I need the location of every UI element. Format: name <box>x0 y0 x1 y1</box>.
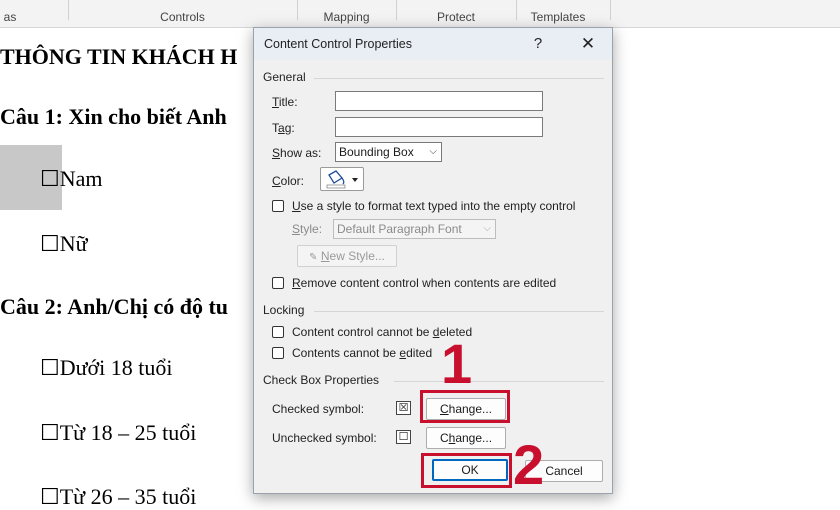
new-style-button[interactable]: ✎ New Style... <box>297 245 397 267</box>
ribbon-group-templates[interactable]: Templates <box>518 0 598 27</box>
doc-option-under-18[interactable]: ☐Dưới 18 tuổi <box>40 355 173 381</box>
style-dropdown[interactable]: Default Paragraph Font ⌵ <box>333 219 496 239</box>
ribbon-separator <box>68 0 69 20</box>
doc-option-nam[interactable]: ☐Nam <box>40 166 103 192</box>
doc-question-1: Câu 1: Xin cho biết Anh <box>0 104 227 129</box>
remove-content-control-checkbox[interactable] <box>272 277 284 289</box>
dialog-titlebar[interactable]: Content Control Properties ? ✕ <box>254 28 612 60</box>
color-label: Color: <box>272 174 305 188</box>
show-as-label: Show as: <box>272 146 322 160</box>
use-style-checkbox[interactable] <box>272 200 284 212</box>
checked-symbol-preview: ☒ <box>396 401 411 415</box>
chevron-down-icon: ⌵ <box>483 223 491 234</box>
ribbon-group-controls[interactable]: Controls <box>70 0 295 27</box>
cannot-edit-checkbox[interactable] <box>272 347 284 359</box>
cannot-edit-label: Contents cannot be edited <box>292 346 433 360</box>
doc-heading: THÔNG TIN KHÁCH H <box>0 44 238 69</box>
section-general: General <box>263 70 306 84</box>
close-icon[interactable]: ✕ <box>576 33 600 55</box>
style-label: Style: <box>292 222 323 236</box>
use-style-label: Use a style to format text typed into th… <box>292 199 576 213</box>
unchecked-symbol-preview: ☐ <box>396 430 411 444</box>
unchecked-symbol-label: Unchecked symbol: <box>272 431 377 445</box>
checked-symbol-label: Checked symbol: <box>272 402 365 416</box>
section-divider <box>314 78 604 79</box>
title-input[interactable] <box>335 91 543 111</box>
title-label: Title: <box>272 95 298 109</box>
remove-content-control-label: Remove content control when contents are… <box>292 276 557 290</box>
ribbon-group-partial: as <box>3 10 17 24</box>
content-control-properties-dialog: Content Control Properties ? ✕ General T… <box>253 27 613 494</box>
cannot-delete-checkbox[interactable] <box>272 326 284 338</box>
ribbon-separator <box>396 0 397 20</box>
new-style-icon: ✎ <box>309 252 318 263</box>
section-divider <box>314 311 604 312</box>
dialog-title: Content Control Properties <box>264 37 412 51</box>
doc-question-2: Câu 2: Anh/Chị có độ tu <box>0 294 229 319</box>
chevron-down-icon: ⌵ <box>429 146 437 157</box>
ribbon-group-protect[interactable]: Protect <box>398 0 514 27</box>
doc-option-18-25[interactable]: ☐Từ 18 – 25 tuổi <box>40 420 196 446</box>
style-value: Default Paragraph Font <box>337 222 462 236</box>
ribbon-separator <box>297 0 298 20</box>
ribbon: as Controls Mapping Protect Templates <box>0 0 840 28</box>
show-as-value: Bounding Box <box>339 145 414 159</box>
annotation-step-1: 1 <box>441 332 473 395</box>
section-locking: Locking <box>263 303 305 317</box>
tag-label: Tag: <box>272 121 295 135</box>
help-button[interactable]: ? <box>526 33 550 55</box>
ribbon-separator <box>516 0 517 20</box>
annotation-step-2: 2 <box>513 433 545 496</box>
ribbon-group-mapping[interactable]: Mapping <box>299 0 394 27</box>
tag-input[interactable] <box>335 117 543 137</box>
new-style-label: New Style... <box>320 249 385 263</box>
annotation-highlight-ok <box>421 453 512 488</box>
paint-bucket-icon <box>326 170 358 189</box>
color-picker-button[interactable] <box>320 167 364 191</box>
unchecked-symbol-change-button[interactable]: Change... <box>426 427 506 449</box>
section-check-box-properties: Check Box Properties <box>263 373 380 387</box>
doc-option-nu[interactable]: ☐Nữ <box>40 231 88 257</box>
doc-option-26-35[interactable]: ☐Từ 26 – 35 tuổi <box>40 484 196 510</box>
show-as-dropdown[interactable]: Bounding Box ⌵ <box>335 142 442 162</box>
section-divider <box>394 381 604 382</box>
ribbon-separator <box>610 0 611 20</box>
